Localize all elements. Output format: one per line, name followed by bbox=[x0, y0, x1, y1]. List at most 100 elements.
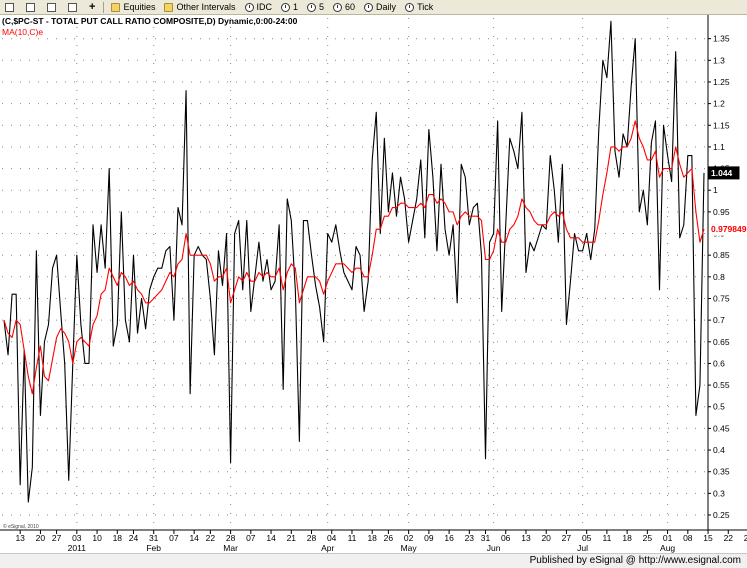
month-label: Feb bbox=[146, 543, 161, 553]
page-icon bbox=[47, 2, 56, 12]
x-tick-label: 14 bbox=[266, 533, 276, 543]
chart-title: (C,$PC-ST - TOTAL PUT CALL RATIO COMPOSI… bbox=[2, 16, 298, 26]
x-tick-label: 07 bbox=[246, 533, 256, 543]
toolbar-button-label: IDC bbox=[256, 2, 273, 12]
month-label: May bbox=[401, 543, 418, 553]
y-tick-label: 0.75 bbox=[713, 294, 730, 304]
x-tick-label: 28 bbox=[307, 533, 317, 543]
month-label: Aug bbox=[660, 543, 675, 553]
x-tick-label: 10 bbox=[92, 533, 102, 543]
y-tick-label: 1.3 bbox=[713, 55, 725, 65]
x-tick-label: 08 bbox=[683, 533, 693, 543]
y-tick-label: 1.25 bbox=[713, 77, 730, 87]
toolbar-button-other-intervals[interactable]: Other Intervals bbox=[160, 1, 239, 14]
toolbar-button-2[interactable] bbox=[22, 1, 42, 14]
toolbar-button-4[interactable] bbox=[64, 1, 84, 14]
x-tick-label: 02 bbox=[404, 533, 414, 543]
toolbar-button-5[interactable]: + bbox=[85, 1, 101, 14]
y-tick-label: 1.1 bbox=[713, 142, 725, 152]
last-value-tag-label: 0.979849 bbox=[711, 224, 747, 234]
toolbar-button-idc[interactable]: IDC bbox=[241, 1, 277, 14]
x-tick-label: 31 bbox=[481, 533, 491, 543]
x-tick-label: 01 bbox=[663, 533, 673, 543]
folder-icon bbox=[164, 2, 174, 12]
y-tick-label: 0.65 bbox=[713, 337, 730, 347]
x-tick-label: 22 bbox=[206, 533, 216, 543]
x-tick-label: 13 bbox=[15, 533, 25, 543]
toolbar-button-3[interactable] bbox=[43, 1, 63, 14]
x-tick-label: 07 bbox=[169, 533, 179, 543]
x-tick-label: 15 bbox=[703, 533, 713, 543]
x-tick-label: 31 bbox=[149, 533, 159, 543]
page-icon bbox=[26, 2, 35, 12]
last-value-tag-label: 1.044 bbox=[711, 168, 733, 178]
y-tick-label: 1 bbox=[713, 185, 718, 195]
y-tick-label: 0.4 bbox=[713, 445, 725, 455]
y-tick-label: 1.2 bbox=[713, 99, 725, 109]
toolbar-button-60[interactable]: 60 bbox=[329, 1, 359, 14]
y-tick-label: 0.35 bbox=[713, 467, 730, 477]
y-tick-label: 0.45 bbox=[713, 423, 730, 433]
plus-icon: + bbox=[89, 0, 96, 13]
clock-icon bbox=[333, 2, 343, 12]
toolbar-button-label: Tick bbox=[417, 2, 434, 12]
y-tick-label: 0.85 bbox=[713, 250, 730, 260]
clock-icon bbox=[281, 2, 290, 12]
x-tick-label: 24 bbox=[129, 533, 139, 543]
x-tick-label: 27 bbox=[562, 533, 572, 543]
x-tick-label: 06 bbox=[501, 533, 511, 543]
folder-icon bbox=[111, 2, 121, 12]
x-tick-label: 11 bbox=[602, 533, 611, 543]
x-tick-label: 20 bbox=[541, 533, 551, 543]
chart-area: 0.25 0.3 0.35 0.4 0.45 0.5 0.55 0.6 0.65 0.7 0.75 0… bbox=[0, 15, 747, 553]
toolbar-button-1[interactable] bbox=[1, 1, 21, 14]
x-tick-label: 18 bbox=[367, 533, 377, 543]
esignal-watermark: © eSignal, 2010 bbox=[3, 523, 39, 530]
x-tick-label: 25 bbox=[643, 533, 653, 543]
clock-icon bbox=[364, 2, 374, 12]
x-tick-label: 11 bbox=[348, 533, 357, 543]
y-tick-label: 0.95 bbox=[713, 207, 730, 217]
toolbar-button-label: 5 bbox=[319, 2, 325, 12]
x-tick-label: 13 bbox=[521, 533, 531, 543]
x-tick-label: 18 bbox=[113, 533, 123, 543]
clock-icon bbox=[307, 2, 317, 12]
x-tick-label: 26 bbox=[384, 533, 394, 543]
published-by-text[interactable]: Published by eSignal @ http://www.esigna… bbox=[530, 555, 741, 566]
toolbar-button-tick[interactable]: Tick bbox=[401, 1, 437, 14]
x-tick-label: 14 bbox=[189, 533, 199, 543]
toolbar-button-label: Equities bbox=[123, 2, 156, 12]
x-tick-label: 03 bbox=[72, 533, 82, 543]
x-tick-label: 05 bbox=[582, 533, 592, 543]
x-tick-label: 18 bbox=[622, 533, 632, 543]
toolbar-button-label: 1 bbox=[293, 2, 299, 12]
month-label: Mar bbox=[223, 543, 238, 553]
toolbar-button-daily[interactable]: Daily bbox=[360, 1, 400, 14]
page-icon bbox=[68, 2, 77, 12]
month-label: 2011 bbox=[68, 543, 87, 553]
y-tick-label: 0.55 bbox=[713, 380, 730, 390]
toolbar-button-5[interactable]: 5 bbox=[303, 1, 328, 14]
month-label: Apr bbox=[321, 543, 334, 553]
chart-toolbar: + Equities Other Intervals IDC 1 5 60 Daily Tick bbox=[0, 0, 747, 15]
x-tick-label: 28 bbox=[226, 533, 236, 543]
status-bar: Published by eSignal @ http://www.esigna… bbox=[0, 553, 747, 568]
toolbar-button-equities[interactable]: Equities bbox=[107, 1, 159, 14]
toolbar-button-label: 60 bbox=[345, 2, 356, 12]
clock-icon bbox=[244, 2, 254, 12]
x-tick-label: 16 bbox=[444, 533, 454, 543]
y-tick-label: 0.6 bbox=[713, 358, 725, 368]
toolbar-button-1[interactable]: 1 bbox=[277, 1, 302, 14]
x-tick-label: 23 bbox=[465, 533, 475, 543]
x-tick-label: 22 bbox=[724, 533, 734, 543]
x-tick-label: 09 bbox=[424, 533, 434, 543]
clock-icon bbox=[405, 2, 415, 12]
y-tick-label: 0.7 bbox=[713, 315, 725, 325]
toolbar-separator bbox=[103, 1, 105, 13]
page-icon bbox=[5, 2, 14, 12]
y-tick-label: 0.3 bbox=[713, 488, 725, 498]
x-tick-label: 21 bbox=[287, 533, 297, 543]
y-tick-label: 0.5 bbox=[713, 402, 725, 412]
toolbar-button-label: Other Intervals bbox=[176, 2, 236, 12]
x-tick-label: 27 bbox=[52, 533, 62, 543]
